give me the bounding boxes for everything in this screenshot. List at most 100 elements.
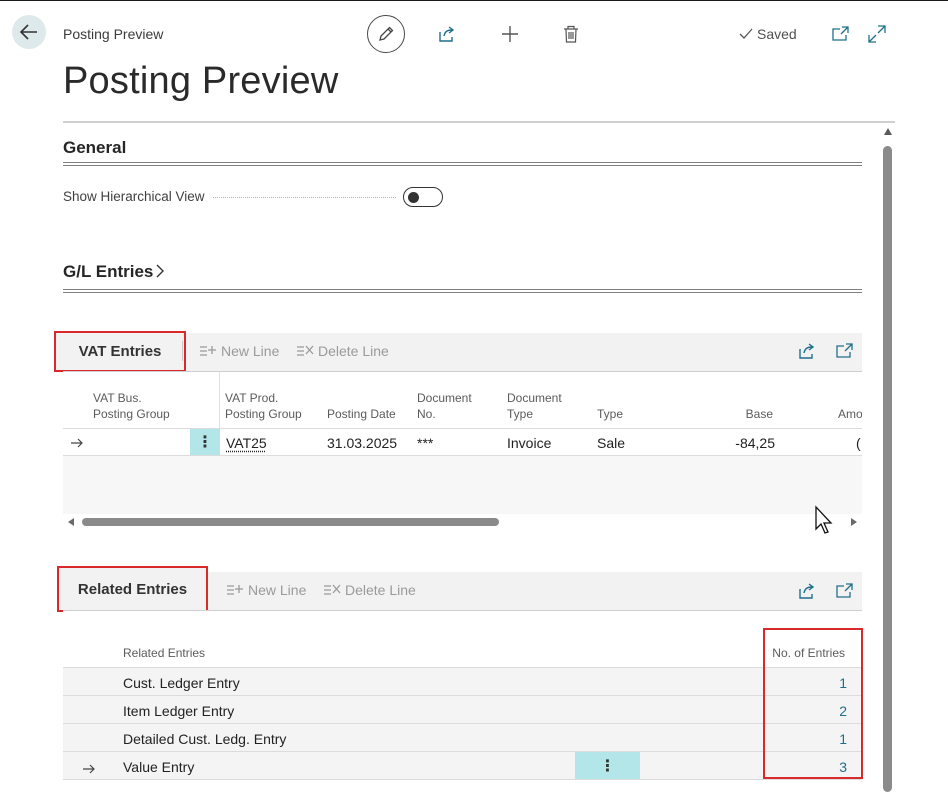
col-vat-prod-posting-group[interactable]: VAT Prod. Posting Group [225,390,302,422]
general-heading[interactable]: General [63,138,126,158]
vat-entries-heading: VAT Entries [78,343,162,360]
expand-icon [868,25,886,43]
arrow-right-icon [83,764,95,774]
col-document-no-line1: Document [417,391,472,405]
related-entries-tab[interactable]: Related Entries [57,566,208,612]
save-status: Saved [739,26,797,42]
row-menu-button[interactable]: ⋮ [190,429,220,455]
col-vat-bus-line1: VAT Bus. [93,391,142,405]
show-hierarchical-view-label: Show Hierarchical View [63,189,205,204]
share-icon [799,583,815,599]
open-in-new-window-icon [836,583,853,598]
related-new-line-button[interactable]: New Line [226,582,306,598]
cell-base: -84,25 [735,435,775,451]
cell-type: Sale [597,435,626,451]
cell-document-no: *** [417,435,434,451]
col-amount[interactable]: Amo [838,406,862,422]
cell-related-name: Detailed Cust. Ledg. Entry [123,731,287,747]
col-related-entries[interactable]: Related Entries [123,645,205,661]
vat-open-button[interactable] [834,341,854,361]
col-vat-prod-line1: VAT Prod. [225,391,279,405]
cursor-arrow-icon [815,505,833,534]
related-entries-heading: Related Entries [77,580,188,598]
toggle-knob [408,191,419,203]
pencil-icon [379,26,394,41]
vat-share-button[interactable] [797,341,817,361]
cell-amount: ( [856,435,861,451]
col-document-type-line2: Type [507,407,534,421]
highlight-no-of-entries [763,628,863,779]
share-icon [799,343,815,359]
vertical-ellipsis-icon: ⋮ [599,757,616,775]
delete-line-icon [324,584,341,595]
new-line-icon [227,585,243,595]
show-hierarchical-view-toggle[interactable] [403,187,443,207]
general-divider [63,162,862,166]
field-leader-dots [213,197,396,198]
gl-entries-label: G/L Entries [63,262,154,281]
action-separator [182,341,183,361]
arrow-left-icon [20,24,37,40]
cell-related-name: Item Ledger Entry [123,703,235,719]
vertical-scrollbar-thumb[interactable] [883,146,892,792]
col-document-no-line2: No. [417,407,436,421]
cell-related-name: Value Entry [123,759,195,775]
cell-vat-prod[interactable]: VAT25 [226,435,267,451]
new-line-icon [200,346,216,356]
delete-line-icon [297,345,314,356]
cell-posting-date: 31.03.2025 [327,435,398,451]
row-menu-button[interactable]: ⋮ [575,752,640,779]
checkmark-icon [739,28,753,39]
horizontal-scrollbar-thumb[interactable] [82,518,499,526]
related-share-button[interactable] [797,581,817,601]
scroll-right-arrow[interactable] [851,518,857,526]
gl-entries-divider [63,289,862,293]
related-open-button[interactable] [834,581,854,601]
trash-icon [564,25,578,43]
related-delete-line-button[interactable]: Delete Line [323,582,416,598]
open-in-new-window-icon [832,26,849,41]
row-selected-indicator [82,761,95,779]
scroll-left-arrow[interactable] [68,518,74,526]
title-divider [63,121,895,123]
back-button[interactable] [12,15,46,49]
page-title: Posting Preview [63,60,339,102]
vat-new-line-label: New Line [221,343,280,359]
share-icon [439,26,455,42]
vat-delete-line-button[interactable]: Delete Line [296,343,389,359]
col-base[interactable]: Base [733,406,773,422]
col-vat-bus-posting-group[interactable]: VAT Bus. Posting Group [93,390,170,422]
open-new-window-button[interactable] [830,24,850,44]
related-new-line-label: New Line [248,582,307,598]
vat-delete-line-label: Delete Line [318,343,389,359]
related-delete-line-label: Delete Line [345,582,416,598]
edit-button[interactable] [367,15,405,53]
col-document-type-line1: Document [507,391,562,405]
save-status-label: Saved [757,26,797,42]
delete-button[interactable] [561,24,581,44]
col-document-no[interactable]: Document No. [417,390,472,422]
cell-document-type: Invoice [507,435,552,451]
expand-button[interactable] [867,24,887,44]
col-vat-prod-line2: Posting Group [225,407,302,421]
row-divider [63,779,862,780]
chevron-right-icon [156,264,165,278]
arrow-right-icon [71,438,83,448]
cell-related-name: Cust. Ledger Entry [123,675,240,691]
plus-icon [502,26,518,42]
gl-entries-heading[interactable]: G/L Entries [63,262,165,282]
col-posting-date[interactable]: Posting Date [327,406,396,422]
breadcrumb: Posting Preview [63,26,164,42]
col-document-type[interactable]: Document Type [507,390,562,422]
col-type[interactable]: Type [597,406,623,422]
mouse-cursor [814,505,836,540]
open-in-new-window-icon [836,343,853,358]
top-border [0,0,948,1]
row-selected-indicator [70,435,83,453]
vat-entries-tab[interactable]: VAT Entries [54,331,186,372]
vat-new-line-button[interactable]: New Line [199,343,279,359]
share-button[interactable] [437,24,457,44]
vertical-ellipsis-icon: ⋮ [197,434,213,451]
scroll-up-arrow[interactable] [884,128,892,135]
new-button[interactable] [500,24,520,44]
